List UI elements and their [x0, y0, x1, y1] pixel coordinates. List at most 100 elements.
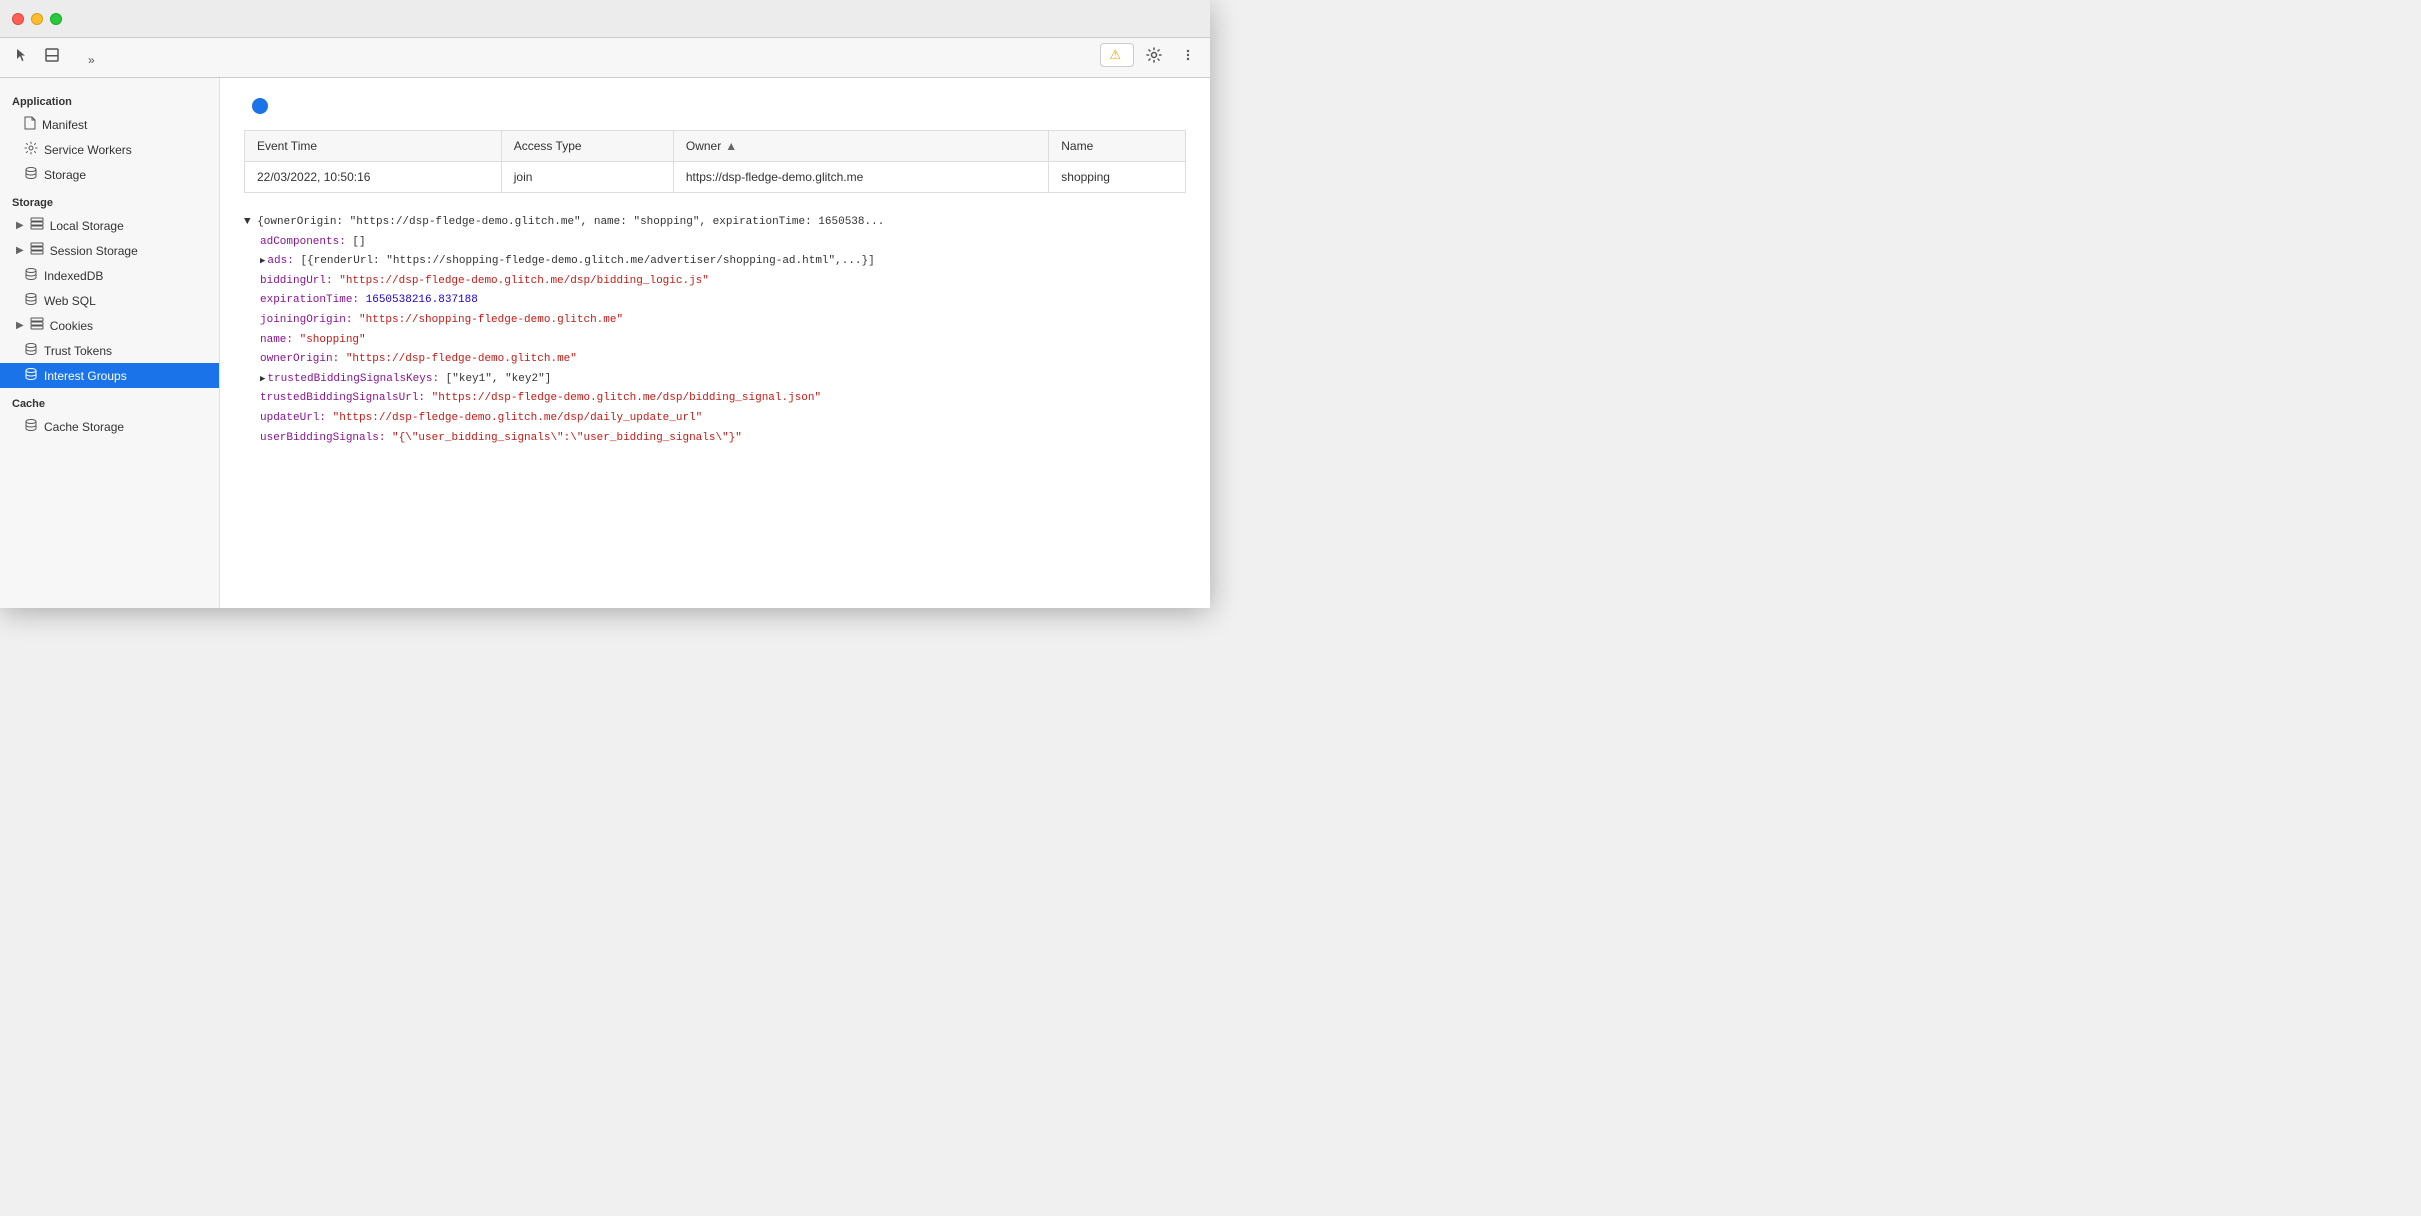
json-key: joiningOrigin: [260, 314, 359, 326]
table-header-name: Name [1049, 131, 1186, 162]
sidebar-label-trust-tokens: Trust Tokens [44, 344, 112, 358]
sidebar-item-cookies[interactable]: ▶ Cookies [0, 313, 219, 338]
table-header-event-time: Event Time [245, 131, 502, 162]
settings-icon[interactable] [1140, 41, 1168, 69]
json-key: name: [260, 334, 300, 346]
grid-icon [30, 242, 44, 259]
json-key: adComponents: [260, 236, 352, 248]
warning-badge[interactable]: ⚠ [1100, 43, 1134, 67]
content-area: Event TimeAccess TypeOwner▲Name 22/03/20… [220, 78, 1210, 608]
json-value: "https://dsp-fledge-demo.glitch.me/dsp/d… [333, 412, 703, 424]
sidebar-section-application: Application [0, 86, 219, 112]
more-icon[interactable] [1174, 41, 1202, 69]
json-key: ownerOrigin: [260, 353, 346, 365]
json-value: "shopping" [300, 334, 366, 346]
db-icon [24, 342, 38, 359]
sidebar-item-session-storage[interactable]: ▶ Session Storage [0, 238, 219, 263]
minimize-button[interactable] [31, 13, 43, 25]
sidebar-item-manifest[interactable]: Manifest [0, 112, 219, 137]
chevron-right-icon: ▶ [16, 320, 24, 331]
sidebar: Application Manifest Service Workers Sto… [0, 78, 220, 608]
sidebar-item-cache-storage[interactable]: Cache Storage [0, 414, 219, 439]
sidebar-item-local-storage[interactable]: ▶ Local Storage [0, 213, 219, 238]
toolbar-icons [8, 41, 66, 77]
expand-arrow-icon[interactable]: ▶ [260, 372, 265, 386]
json-line-0: ▼ {ownerOrigin: "https://dsp-fledge-demo… [244, 213, 1186, 233]
json-line-3: biddingUrl: "https://dsp-fledge-demo.gli… [244, 272, 1186, 292]
gear-icon [24, 141, 38, 158]
cursor-icon[interactable] [8, 41, 36, 69]
chevron-right-icon: ▶ [16, 245, 24, 256]
json-key: trustedBiddingSignalsKeys: [267, 373, 445, 385]
expand-arrow-icon[interactable]: ▶ [260, 254, 265, 268]
traffic-lights [12, 13, 62, 25]
sidebar-label-service-workers: Service Workers [44, 143, 132, 157]
json-value: "https://shopping-fledge-demo.glitch.me" [359, 314, 623, 326]
grid-icon [30, 317, 44, 334]
interest-groups-table: Event TimeAccess TypeOwner▲Name 22/03/20… [244, 130, 1186, 193]
table-cell-eventTime: 22/03/2022, 10:50:16 [245, 162, 502, 193]
table-cell-owner: https://dsp-fledge-demo.glitch.me [673, 162, 1048, 193]
json-line-9: trustedBiddingSignalsUrl: "https://dsp-f… [244, 389, 1186, 409]
sidebar-item-trust-tokens[interactable]: Trust Tokens [0, 338, 219, 363]
maximize-button[interactable] [50, 13, 62, 25]
grid-icon [30, 217, 44, 234]
table-header-owner[interactable]: Owner▲ [673, 131, 1048, 162]
table-header-access-type: Access Type [501, 131, 673, 162]
table-cell-name: shopping [1049, 162, 1186, 193]
sidebar-section-storage: Storage [0, 187, 219, 213]
json-key: userBiddingSignals: [260, 432, 392, 444]
json-line-1: adComponents: [] [244, 233, 1186, 253]
json-key: expirationTime: [260, 294, 366, 306]
sidebar-item-service-workers[interactable]: Service Workers [0, 137, 219, 162]
db-icon [24, 267, 38, 284]
json-key: trustedBiddingSignalsUrl: [260, 392, 432, 404]
sidebar-item-web-sql[interactable]: Web SQL [0, 288, 219, 313]
toolbar-right: ⚠ [1100, 41, 1202, 77]
json-value: "https://dsp-fledge-demo.glitch.me/dsp/b… [339, 275, 709, 287]
file-icon [24, 116, 36, 133]
json-value: [{renderUrl: "https://shopping-fledge-de… [300, 255, 874, 267]
sidebar-label-cache-storage: Cache Storage [44, 420, 124, 434]
db-icon [24, 367, 38, 384]
sidebar-label-local-storage: Local Storage [50, 219, 124, 233]
json-line-2: ▶ ads: [{renderUrl: "https://shopping-fl… [244, 252, 1186, 272]
json-value: ["key1", "key2"] [446, 373, 552, 385]
json-value: "https://dsp-fledge-demo.glitch.me" [346, 353, 577, 365]
chevron-right-icon: ▶ [16, 220, 24, 231]
sidebar-item-storage-app[interactable]: Storage [0, 162, 219, 187]
dock-icon[interactable] [38, 41, 66, 69]
sidebar-item-interest-groups[interactable]: Interest Groups [0, 363, 219, 388]
json-line-6: name: "shopping" [244, 331, 1186, 351]
sidebar-label-session-storage: Session Storage [50, 244, 138, 258]
sidebar-label-web-sql: Web SQL [44, 294, 96, 308]
sidebar-label-manifest: Manifest [42, 118, 87, 132]
table-row[interactable]: 22/03/2022, 10:50:16joinhttps://dsp-fled… [245, 162, 1186, 193]
sidebar-section-cache: Cache [0, 388, 219, 414]
sort-arrow-icon: ▲ [725, 139, 737, 153]
json-key: updateUrl: [260, 412, 333, 424]
warning-icon: ⚠ [1109, 47, 1121, 63]
sidebar-label-interest-groups: Interest Groups [44, 369, 127, 383]
json-value: "https://dsp-fledge-demo.glitch.me/dsp/b… [432, 392, 821, 404]
json-value: "{\"user_bidding_signals\":\"user_biddin… [392, 432, 742, 444]
json-key: biddingUrl: [260, 275, 339, 287]
page-title-container [244, 98, 1186, 114]
db-icon [24, 292, 38, 309]
tab-more[interactable]: » [74, 45, 171, 77]
json-line-5: joiningOrigin: "https://shopping-fledge-… [244, 311, 1186, 331]
json-line-7: ownerOrigin: "https://dsp-fledge-demo.gl… [244, 350, 1186, 370]
info-icon[interactable] [252, 98, 268, 114]
json-viewer: ▼ {ownerOrigin: "https://dsp-fledge-demo… [244, 209, 1186, 452]
json-root-expand[interactable]: ▼ {ownerOrigin: "https://dsp-fledge-demo… [244, 216, 884, 228]
main-layout: Application Manifest Service Workers Sto… [0, 78, 1210, 608]
json-line-8: ▶ trustedBiddingSignalsKeys: ["key1", "k… [244, 370, 1186, 390]
table-cell-accessType: join [501, 162, 673, 193]
sidebar-label-storage-app: Storage [44, 168, 86, 182]
json-line-10: updateUrl: "https://dsp-fledge-demo.glit… [244, 409, 1186, 429]
close-button[interactable] [12, 13, 24, 25]
toolbar: ConsoleSourcesApplicationElementsNetwork… [0, 38, 1210, 78]
sidebar-item-indexeddb[interactable]: IndexedDB [0, 263, 219, 288]
json-value: [] [352, 236, 365, 248]
sidebar-label-indexeddb: IndexedDB [44, 269, 103, 283]
